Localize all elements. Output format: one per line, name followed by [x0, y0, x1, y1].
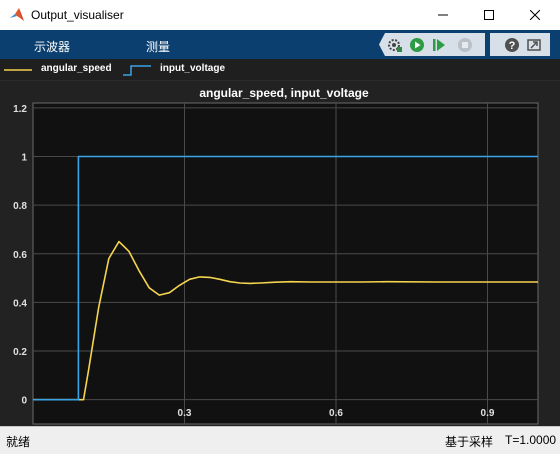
plot-panel: angular_speed, input_voltage 0 0.2 0.4 0.6 0… [0, 81, 560, 426]
status-bar: 就绪 基于采样 T=1.0000 [0, 426, 560, 454]
sim-time: T=1.0000 [505, 433, 557, 447]
run-icon[interactable] [409, 37, 425, 53]
x-tick-label: 0.3 [178, 408, 192, 419]
y-tick-label: 1 [21, 153, 27, 164]
y-tick-label: 0.2 [13, 347, 27, 358]
help-icon[interactable]: ? [504, 37, 520, 53]
scope-chart[interactable]: angular_speed, input_voltage 0 0.2 0.4 0.6 0… [0, 81, 560, 426]
scope-window: Output_visualiser 示波器 测量 ? angular_speed… [0, 0, 560, 454]
legend-label: angular_speed [41, 63, 112, 74]
step-forward-icon[interactable] [431, 37, 447, 53]
y-tick-label: 0.8 [13, 201, 27, 212]
line-swatch-icon [4, 69, 32, 71]
tab-measurements[interactable]: 测量 [146, 38, 170, 55]
matlab-logo-icon [10, 8, 24, 21]
y-tick-label: 1.2 [13, 104, 27, 115]
step-swatch-icon [123, 65, 151, 76]
undock-icon[interactable] [526, 37, 542, 53]
maximize-icon [484, 10, 494, 20]
y-tick-label: 0.4 [13, 298, 27, 309]
x-tick-label: 0.6 [329, 408, 343, 419]
minimize-button[interactable] [420, 0, 466, 30]
svg-text:?: ? [509, 40, 516, 52]
status-text: 就绪 [6, 435, 31, 449]
close-icon [530, 10, 540, 20]
settings-icon[interactable] [387, 37, 403, 53]
window-title: Output_visualiser [31, 8, 124, 22]
minimize-icon [438, 14, 448, 16]
toolbar-group-help: ? [490, 33, 550, 56]
stop-icon[interactable] [457, 37, 473, 53]
toolbar-group-simulation [379, 33, 485, 56]
maximize-button[interactable] [466, 0, 512, 30]
chart-title: angular_speed, input_voltage [199, 86, 369, 100]
sample-mode: 基于采样 [445, 435, 494, 449]
title-bar: Output_visualiser [0, 0, 560, 30]
tab-oscilloscope[interactable]: 示波器 [34, 38, 70, 55]
axes-area [32, 102, 539, 425]
y-tick-label: 0.6 [13, 250, 27, 261]
x-tick-label: 0.9 [481, 408, 495, 419]
legend-label: input_voltage [160, 63, 226, 74]
y-tick-label: 0 [21, 396, 27, 407]
close-button[interactable] [512, 0, 558, 30]
toolstrip: 示波器 测量 ? [0, 30, 560, 59]
legend: angular_speed input_voltage [0, 59, 560, 81]
